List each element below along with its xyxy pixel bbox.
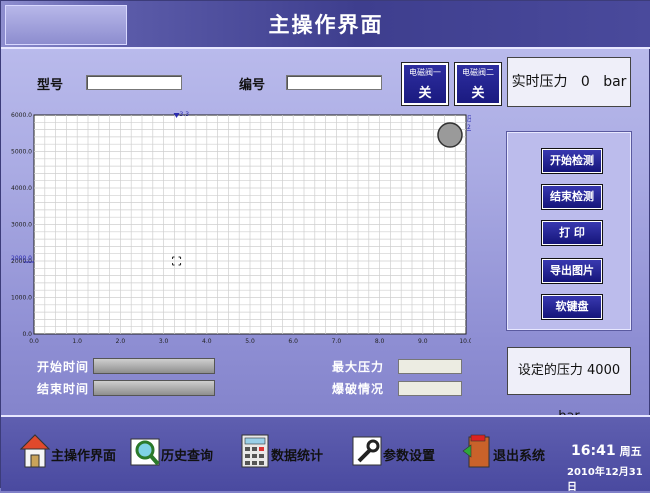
legend-value: 2222 [467,124,471,131]
x-tick-label: 3.0 [159,338,169,345]
valve-2-state: 关 [471,86,485,101]
valve-1-state: 关 [418,86,432,101]
start-test-button[interactable]: 开始检测 [542,149,602,173]
calculator-icon [241,434,269,468]
set-pressure-label: 设定的压力 [517,363,583,378]
end-time-label: 结束时间 [37,382,90,396]
nav-parameter-settings-label: 参数设置 [383,449,436,464]
x-tick-label: 8.0 [375,338,385,345]
valve-2-name: 电磁阀二 [462,68,494,77]
x-tick-label: 1.0 [72,338,82,345]
header-bar: 主操作界面 [1,1,650,49]
nav-exit-system-label: 退出系统 [493,449,546,464]
end-time-field [93,380,215,396]
x-tick-label: 4.0 [202,338,212,345]
model-label: 型号 [37,78,64,93]
burst-status-label: 爆破情况 [332,382,385,396]
y-tick-label: 0.0 [22,331,32,338]
x-tick-label: 5.0 [245,338,255,345]
stop-test-button[interactable]: 结束检测 [542,185,602,209]
start-time-field [93,358,215,374]
realtime-pressure-display: 实时压力 0 bar [507,57,631,107]
footer-nav-bar: 主操作界面 历史查询 数据统计 参数设置 退出系统 16:41 周五 2010年… [1,415,650,493]
realtime-pressure-value: 0 [580,74,590,90]
x-tick-label: 9.0 [418,338,428,345]
y-marker-label: 2000.0 [11,255,32,262]
y-tick-label: 3000.0 [11,222,32,229]
set-pressure-display: 设定的压力 4000 bar [507,347,631,424]
x-tick-label: 10.0 [459,338,471,345]
nav-data-statistics-label: 数据统计 [271,449,324,464]
legend-label: 压力 [467,114,471,123]
nav-main-screen-label: 主操作界面 [51,449,117,464]
realtime-pressure-unit: bar [603,74,627,90]
y-tick-label: 6000.0 [11,112,32,119]
valve-1-button[interactable]: 电磁阀一 关 [402,63,448,105]
page-title: 主操作界面 [268,13,384,37]
x-tick-label: 0.0 [29,338,39,345]
y-tick-label: 5000.0 [11,149,32,156]
print-button[interactable]: 打 印 [542,221,602,245]
pressure-chart[interactable]: 0.0 1.0 2.0 3.0 4.0 5.0 6.0 7.0 8.0 9.0 10.0 0.0 100… [6,109,471,345]
date-display: 2010年12月31日 [567,467,643,493]
pressure-gauge-knob [437,122,463,148]
y-tick-label: 1000.0 [11,295,32,302]
serial-input[interactable] [286,75,382,90]
y-tick-label: 4000.0 [11,185,32,192]
serial-label: 编号 [239,78,266,93]
realtime-pressure-label: 实时压力 [511,74,568,90]
x-tick-label: 6.0 [288,338,298,345]
valve-2-button[interactable]: 电磁阀二 关 [455,63,501,105]
max-pressure-label: 最大压力 [332,360,385,374]
soft-keyboard-button[interactable]: 软键盘 [542,295,602,319]
burst-status-field [398,381,462,396]
clock-weekday: 周五 [619,445,642,458]
home-icon [19,434,51,468]
x-tick-label: 7.0 [332,338,342,345]
x-tick-label: 2.0 [116,338,126,345]
export-image-button[interactable]: 导出图片 [542,259,602,283]
magnifier-icon [130,438,160,466]
clock-time: 16:41 [571,443,616,459]
valve-1-name: 电磁阀一 [409,68,441,77]
wrench-icon [352,436,382,466]
clock-display: 16:41 周五 [571,443,642,459]
nav-history-query-label: 历史查询 [161,449,214,464]
control-button-panel: 开始检测 结束检测 打 印 导出图片 软键盘 [507,132,631,330]
exit-door-icon [462,434,490,468]
cursor-x-label: 3.3 [180,111,190,118]
model-input[interactable] [86,75,182,90]
start-time-label: 开始时间 [37,360,90,374]
set-pressure-value: 4000 [587,363,621,378]
app-window: 主操作界面 型号 编号 电磁阀一 关 电磁阀二 关 实时压力 0 bar 0.0… [0,0,650,493]
max-pressure-field [398,359,462,374]
